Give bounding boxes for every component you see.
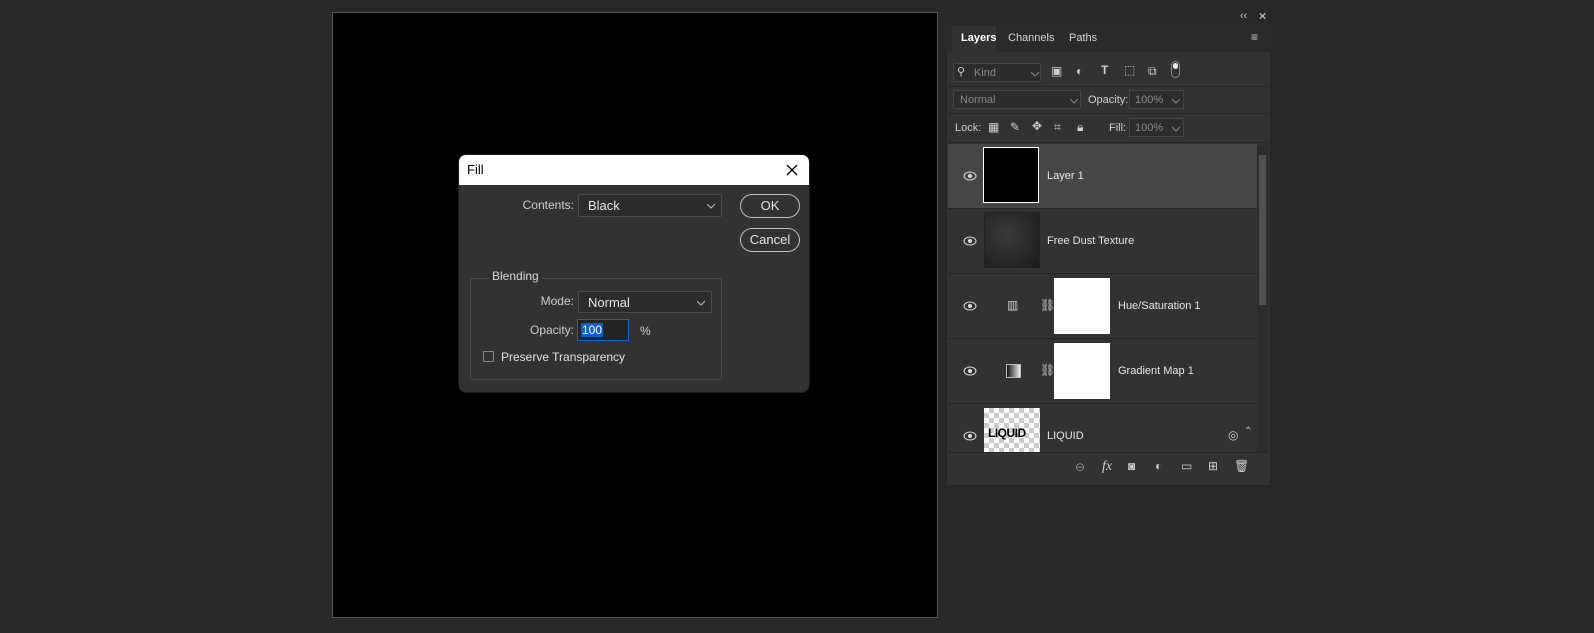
toggle-knob	[1173, 63, 1178, 69]
delete-layer-icon[interactable]: 🗑︎	[1234, 459, 1249, 473]
search-icon: ⚲	[957, 66, 966, 78]
tab-paths[interactable]: Paths	[1069, 32, 1097, 44]
layer-row[interactable]: LIQUID LIQUID ◎ ⌃	[948, 404, 1257, 452]
pixel-filter-icon[interactable]: ▣	[1051, 64, 1062, 78]
layer-fill-input[interactable]: 100%	[1129, 118, 1184, 137]
add-mask-icon[interactable]: ◙	[1128, 459, 1135, 473]
fx-icon[interactable]: fx	[1102, 459, 1112, 475]
tab-channels[interactable]: Channels	[1008, 32, 1054, 44]
chevron-down-icon	[707, 203, 715, 209]
new-adjustment-layer-icon[interactable]: ◐	[1155, 459, 1162, 473]
lock-image-pixels-icon[interactable]: ✎	[1010, 120, 1020, 134]
opacity-label: Opacity:	[529, 323, 574, 337]
layer-thumbnail: LIQUID	[984, 408, 1040, 452]
link-icon[interactable]: ⛓︎	[1040, 363, 1055, 377]
close-icon	[786, 164, 798, 176]
visibility-eye-icon[interactable]	[963, 301, 977, 311]
layer-mask-thumbnail	[1054, 278, 1110, 334]
preserve-transparency-checkbox[interactable]	[483, 351, 494, 362]
layer-opacity-input[interactable]: 100%	[1129, 90, 1184, 109]
contents-value: Black	[588, 198, 620, 213]
cancel-button[interactable]: Cancel	[740, 228, 800, 252]
contents-select[interactable]: Black	[578, 194, 722, 217]
layer-name: Free Dust Texture	[1047, 235, 1135, 247]
blend-mode-select[interactable]: Normal	[953, 90, 1081, 109]
filter-kind-value: Kind	[974, 67, 997, 79]
mode-value: Normal	[588, 295, 630, 310]
chevron-up-icon[interactable]: ⌃	[1244, 426, 1252, 437]
shape-filter-icon[interactable]: ⬚	[1124, 63, 1135, 77]
blending-label: Blending	[489, 269, 542, 283]
layer-name: LIQUID	[1047, 430, 1084, 442]
layer-name: Hue/Saturation 1	[1118, 300, 1201, 312]
lock-all-icon[interactable]: 🔒︎	[1077, 120, 1083, 135]
fill-dialog: Fill Contents: Black OK Cancel Blending …	[459, 155, 809, 392]
gradient-map-adjustment-icon	[1006, 364, 1021, 378]
link-layers-icon[interactable]: ⊖	[1075, 460, 1085, 474]
dialog-title: Fill	[467, 162, 484, 177]
chevron-down-icon	[1172, 126, 1180, 132]
type-filter-icon[interactable]: T	[1101, 63, 1108, 77]
mode-label: Mode:	[540, 294, 574, 308]
divider	[948, 142, 1269, 143]
layer-row[interactable]: ▥ ⛓︎ Hue/Saturation 1	[948, 274, 1257, 338]
layers-scrollbar[interactable]	[1257, 145, 1268, 452]
visibility-eye-icon[interactable]	[963, 366, 977, 376]
lock-label: Lock:	[955, 122, 982, 134]
visibility-eye-icon[interactable]	[963, 171, 977, 181]
close-panel-icon[interactable]: ✕	[1258, 10, 1267, 23]
divider	[948, 113, 1269, 114]
chevron-down-icon	[1070, 98, 1078, 104]
layer-name: Layer 1	[1047, 170, 1084, 182]
divider	[948, 86, 1269, 87]
layer-opacity-value: 100%	[1135, 94, 1164, 106]
layer-row[interactable]: Layer 1	[948, 144, 1257, 208]
layer-opacity-label: Opacity:	[1088, 94, 1129, 106]
divider	[948, 452, 1269, 453]
opacity-value: 100	[581, 323, 604, 337]
panel-header-bar: ‹‹ ✕	[946, 10, 1271, 24]
layer-row[interactable]: ⛓︎ Gradient Map 1	[948, 339, 1257, 403]
adjustment-filter-icon[interactable]: ◐	[1076, 64, 1083, 78]
lock-artboard-icon[interactable]: ⌗	[1054, 120, 1061, 135]
blend-mode-value: Normal	[960, 94, 996, 106]
close-button[interactable]	[779, 157, 805, 183]
chevron-down-icon	[1172, 98, 1180, 104]
layer-thumbnail	[983, 147, 1039, 203]
percent-unit: %	[640, 324, 651, 338]
ok-button[interactable]: OK	[740, 194, 800, 218]
link-icon[interactable]: ⛓︎	[1040, 298, 1055, 312]
visibility-eye-icon[interactable]	[963, 236, 977, 246]
chevron-down-icon	[1031, 71, 1039, 77]
layer-name: Gradient Map 1	[1118, 365, 1194, 377]
panel-tabs: Layers Channels Paths ≡	[946, 24, 1271, 52]
collapse-icon[interactable]: ‹‹	[1240, 10, 1247, 22]
thumbnail-text: LIQUID	[988, 426, 1026, 440]
opacity-input[interactable]: 100	[577, 319, 629, 341]
mode-select[interactable]: Normal	[578, 291, 712, 313]
hue-saturation-adjustment-icon: ▥	[1007, 298, 1019, 312]
filter-toggle[interactable]	[1171, 61, 1180, 78]
smart-object-filter-icon[interactable]: ⧉	[1148, 64, 1157, 79]
fill-label: Fill:	[1109, 122, 1127, 134]
layer-thumbnail	[984, 212, 1040, 268]
tab-layers-label: Layers	[961, 32, 997, 44]
lock-transparent-icon[interactable]: ▦	[988, 120, 999, 134]
chevron-down-icon	[697, 300, 705, 306]
new-group-icon[interactable]: ▭	[1181, 459, 1192, 473]
layer-mask-thumbnail	[1054, 343, 1110, 399]
scrollbar-thumb[interactable]	[1259, 155, 1266, 305]
dialog-titlebar: Fill	[459, 155, 809, 185]
contents-label: Contents:	[522, 198, 574, 212]
filter-kind-select[interactable]: ⚲ Kind	[953, 63, 1041, 82]
new-layer-icon[interactable]: ⊞	[1208, 459, 1218, 473]
visibility-eye-icon[interactable]	[963, 431, 977, 441]
panel-menu-icon[interactable]: ≡	[1251, 30, 1258, 44]
layer-row[interactable]: Free Dust Texture	[948, 209, 1257, 273]
lock-position-icon[interactable]: ✥	[1032, 119, 1042, 133]
layer-fill-value: 100%	[1135, 122, 1164, 134]
preserve-transparency-label: Preserve Transparency	[501, 350, 626, 364]
smart-filter-icon[interactable]: ◎	[1228, 428, 1238, 442]
